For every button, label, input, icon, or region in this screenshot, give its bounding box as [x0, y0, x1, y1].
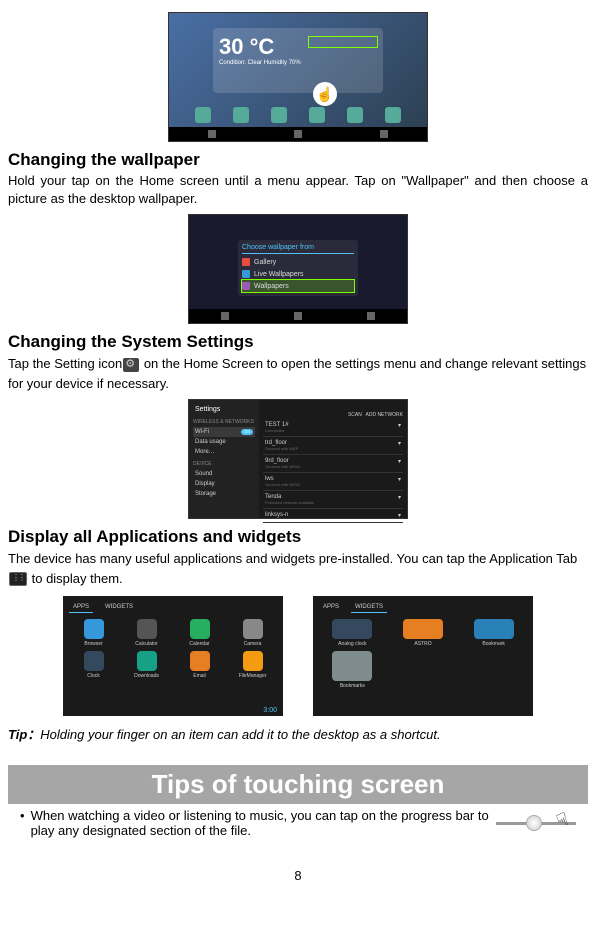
bullet-text: When watching a video or listening to mu…: [31, 808, 490, 838]
dock-icon: [233, 107, 249, 123]
settings-icon: [123, 358, 139, 372]
sidebar-item: Display: [193, 479, 255, 489]
dock: [169, 105, 427, 125]
recent-icon: [367, 312, 375, 320]
bullet-item: • When watching a video or listening to …: [8, 808, 588, 838]
sidebar-item: Storage: [193, 489, 255, 499]
home-icon: [294, 130, 302, 138]
highlight-box: [308, 36, 378, 48]
heading-settings: Changing the System Settings: [8, 332, 588, 352]
wallpaper-dialog-screenshot: Choose wallpaper from Gallery Live Wallp…: [188, 214, 408, 324]
dock-icon: [347, 107, 363, 123]
tab-widgets: WIDGETS: [351, 602, 387, 613]
wifi-network: TendaProtected network available▾: [263, 491, 403, 509]
wifi-network: TEST 1#Connected▾: [263, 419, 403, 437]
recent-icon: [380, 130, 388, 138]
tip-paragraph: Tip：Holding your finger on an item can a…: [8, 724, 588, 743]
widgets-screenshot: APPS WIDGETS Analog clock ASTRO Bookmark…: [313, 596, 533, 716]
navigation-bar: [189, 309, 407, 323]
sidebar-section: DEVICE: [193, 461, 255, 467]
dialog-item: Gallery: [242, 256, 354, 268]
apps-grid-icon: [9, 572, 27, 586]
settings-title: Settings: [193, 404, 255, 415]
navigation-bar: [169, 127, 427, 141]
settings-sidebar: Settings WIRELESS & NETWORKS Wi-Fi ON Da…: [189, 400, 259, 518]
weather-condition: Condition: Clear Humidity 70%: [219, 60, 377, 66]
home-icon: [294, 312, 302, 320]
dock-icon: [309, 107, 325, 123]
scan-buttons: SCAN ADD NETWORK: [263, 404, 403, 419]
status-time: 3:00: [263, 707, 277, 714]
tab-widgets: WIDGETS: [101, 602, 137, 613]
sidebar-item-wifi: Wi-Fi ON: [193, 427, 255, 437]
home-screen-screenshot: 30 °C Condition: Clear Humidity 70% ☝: [168, 12, 428, 142]
heading-apps: Display all Applications and widgets: [8, 527, 588, 547]
wifi-network: lwsSecured with WPA2▾: [263, 473, 403, 491]
dock-icon: [271, 107, 287, 123]
sidebar-item: Sound: [193, 469, 255, 479]
tab-apps: APPS: [69, 602, 93, 613]
dialog-title: Choose wallpaper from: [242, 244, 354, 254]
progress-slider-icon: ☟: [496, 808, 576, 838]
weather-widget: 30 °C Condition: Clear Humidity 70%: [213, 28, 383, 93]
wifi-network: trd_floorSecured with WEP▾: [263, 437, 403, 455]
hand-pointer-icon: ☟: [554, 809, 571, 832]
back-icon: [208, 130, 216, 138]
settings-content: SCAN ADD NETWORK TEST 1#Connected▾ trd_f…: [259, 400, 407, 518]
hand-pointer-icon: ☝: [313, 82, 337, 106]
page-number: 8: [8, 868, 588, 883]
apps-screenshot: APPS WIDGETS Browser Calculator Calendar…: [63, 596, 283, 716]
section-banner: Tips of touching screen: [8, 765, 588, 804]
tab-apps: APPS: [319, 602, 343, 613]
dock-icon: [385, 107, 401, 123]
sidebar-item: Data usage: [193, 437, 255, 447]
wifi-network: linksys-n▾: [263, 509, 403, 523]
wifi-toggle: ON: [241, 429, 253, 435]
tip-label: Tip：: [8, 727, 40, 742]
settings-screenshot: Settings WIRELESS & NETWORKS Wi-Fi ON Da…: [188, 399, 408, 519]
dialog-item-selected: Wallpapers: [242, 280, 354, 292]
heading-wallpaper: Changing the wallpaper: [8, 150, 588, 170]
back-icon: [221, 312, 229, 320]
sidebar-item: More…: [193, 447, 255, 457]
dock-icon: [195, 107, 211, 123]
wifi-network: 9rd_floorSecured with WPA2▾: [263, 455, 403, 473]
dialog-item: Live Wallpapers: [242, 268, 354, 280]
paragraph-apps: The device has many useful applications …: [8, 549, 588, 588]
paragraph-settings: Tap the Setting icon on the Home Screen …: [8, 354, 588, 393]
wallpaper-dialog: Choose wallpaper from Gallery Live Wallp…: [238, 240, 358, 296]
bullet-marker: •: [20, 808, 25, 823]
sidebar-section: WIRELESS & NETWORKS: [193, 419, 255, 425]
paragraph-wallpaper: Hold your tap on the Home screen until a…: [8, 172, 588, 208]
